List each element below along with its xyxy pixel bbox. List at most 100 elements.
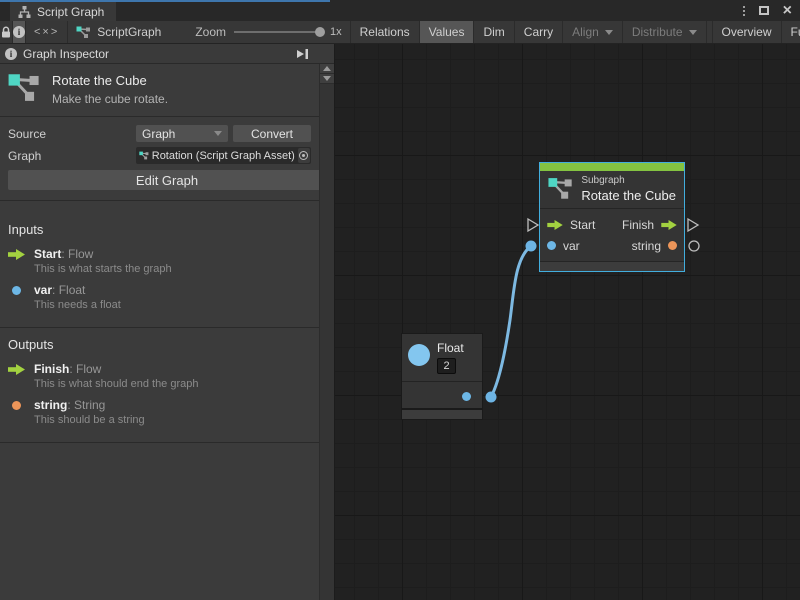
scroll-up-button[interactable] (320, 64, 334, 74)
carry-button[interactable]: Carry (515, 21, 563, 43)
window-menu-icon[interactable] (743, 6, 745, 16)
zoom-label: Zoom (195, 25, 226, 39)
scroll-down-icon (323, 76, 331, 81)
graph-field-label: Graph (8, 149, 136, 163)
chevron-down-icon (214, 131, 222, 136)
graph-subtitle: Make the cube rotate. (52, 92, 168, 106)
port-start[interactable]: Start (547, 218, 595, 232)
node-title: Float (437, 341, 464, 355)
scroll-up-icon (323, 66, 331, 71)
float-node[interactable]: Float 2 (401, 333, 483, 420)
maximize-icon[interactable] (759, 6, 769, 15)
node-color-bar (540, 163, 684, 171)
inputs-title: Inputs (8, 222, 311, 237)
connection-endpoint[interactable] (486, 392, 497, 403)
graph-title-block: Rotate the Cube Make the cube rotate. (0, 64, 319, 117)
float-value-input[interactable]: 2 (437, 358, 456, 374)
port-description: This is what starts the graph (34, 263, 311, 275)
graph-toolbar: i <×> ScriptGraph Zoom 1x Relations Valu… (0, 21, 800, 44)
graph-inspector-panel: i Graph Inspector Rotate the Cube Make t… (0, 44, 335, 600)
chevron-down-icon (689, 30, 697, 35)
list-item: string: String This should be a string (8, 398, 311, 426)
subgraph-node[interactable]: Subgraph Rotate the Cube Start Finish (539, 162, 685, 272)
full-screen-button[interactable]: Full Screen (782, 21, 800, 43)
source-label: Source (8, 127, 136, 141)
flow-arrow-icon (547, 220, 563, 230)
info-icon: i (5, 48, 17, 60)
chevron-down-icon (605, 30, 613, 35)
connection-endpoint[interactable] (526, 241, 537, 252)
graph-asset-icon (8, 73, 42, 105)
align-dropdown[interactable]: Align (563, 21, 623, 43)
value-port-marker-right[interactable] (689, 241, 699, 251)
list-item: Start: Flow This is what starts the grap… (8, 247, 311, 275)
tab-title: Script Graph (37, 5, 104, 19)
float-port-icon (462, 392, 471, 401)
lock-icon (0, 26, 12, 39)
zoom-control: Zoom 1x (169, 21, 349, 43)
float-output-port[interactable] (402, 382, 482, 410)
outputs-title: Outputs (8, 337, 311, 352)
list-item: Finish: Flow This is what should end the… (8, 362, 311, 390)
edit-graph-button[interactable]: Edit Graph (8, 170, 326, 190)
string-port-icon (668, 241, 677, 250)
port-var[interactable]: var (547, 239, 580, 253)
graph-object-value: Rotation (Script Graph Asset) (152, 150, 295, 162)
node-title: Rotate the Cube (581, 188, 676, 203)
graph-object-field[interactable]: Rotation (Script Graph Asset) (136, 147, 311, 164)
node-footer (540, 262, 684, 271)
object-picker-icon (299, 151, 308, 160)
port-description: This should be a string (34, 414, 311, 426)
wire-layer (335, 44, 800, 600)
scroll-down-button[interactable] (320, 74, 334, 84)
node-kind: Subgraph (581, 175, 676, 186)
object-picker-button[interactable] (298, 148, 310, 163)
port-finish[interactable]: Finish (622, 218, 677, 232)
graph-asset-icon (139, 150, 149, 161)
lock-button[interactable] (0, 21, 13, 43)
port-description: This is what should end the graph (34, 378, 311, 390)
overview-button[interactable]: Overview (713, 21, 782, 43)
graph-canvas[interactable]: Subgraph Rotate the Cube Start Finish (335, 44, 800, 600)
connection-wire[interactable] (491, 246, 531, 397)
graph-inspector-title: Graph Inspector (23, 47, 109, 61)
node-footer (402, 410, 482, 419)
flow-arrow-icon (8, 364, 25, 375)
graph-title: Rotate the Cube (52, 73, 168, 88)
float-port-icon (12, 286, 21, 295)
inspector-scrollbar[interactable] (319, 64, 334, 600)
code-preview-button[interactable]: <×> (26, 21, 67, 43)
port-string[interactable]: string (632, 239, 677, 253)
inspector-toggle-button[interactable]: i (13, 21, 26, 43)
outputs-section: Outputs Finish: Flow This is what should… (0, 328, 319, 443)
float-port-icon (547, 241, 556, 250)
graph-inspector-header: i Graph Inspector (0, 44, 334, 64)
flow-arrow-icon (661, 220, 677, 230)
source-dropdown[interactable]: Graph (136, 125, 228, 142)
string-port-icon (12, 401, 21, 410)
convert-button[interactable]: Convert (233, 125, 311, 142)
script-graph-icon (76, 26, 91, 39)
relations-button[interactable]: Relations (351, 21, 420, 43)
float-node-icon (408, 344, 430, 366)
flow-port-marker-left[interactable] (528, 219, 538, 231)
subgraph-node-icon (548, 176, 574, 203)
code-icon: <×> (34, 26, 59, 38)
zoom-slider-handle[interactable] (315, 27, 325, 37)
close-icon[interactable]: × (783, 4, 792, 18)
port-description: This needs a float (34, 299, 311, 311)
dim-button[interactable]: Dim (474, 21, 514, 43)
values-button[interactable]: Values (420, 21, 475, 43)
flow-port-marker-right[interactable] (688, 219, 698, 231)
flow-arrow-icon (8, 249, 25, 260)
inputs-section: Inputs Start: Flow This is what starts t… (0, 213, 319, 328)
title-bar: Script Graph × (0, 0, 800, 21)
tab-script-graph[interactable]: Script Graph (10, 2, 116, 21)
distribute-dropdown[interactable]: Distribute (623, 21, 707, 43)
zoom-slider[interactable] (234, 31, 320, 33)
dock-icon[interactable] (296, 48, 309, 60)
graph-breadcrumb[interactable]: ScriptGraph (68, 21, 169, 43)
info-icon: i (13, 26, 25, 38)
graph-breadcrumb-label: ScriptGraph (97, 25, 161, 39)
script-graph-tab-icon (18, 6, 31, 18)
